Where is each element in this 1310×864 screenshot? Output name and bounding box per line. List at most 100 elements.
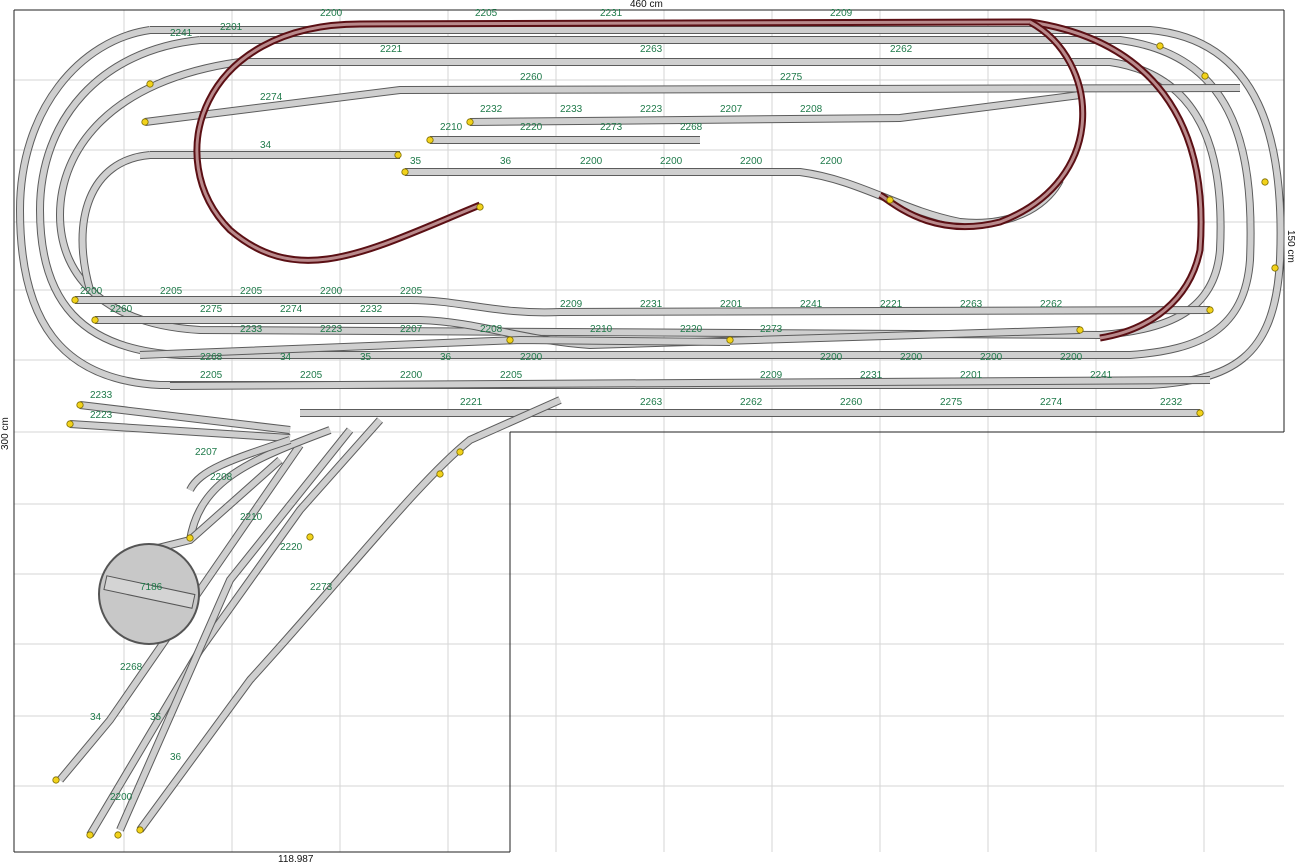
piece-label: 2268 [120,662,143,673]
piece-label: 2200 [740,156,763,167]
track-segment-inner [405,169,1063,226]
track-segment-inner [137,397,562,832]
piece-label: 2260 [520,72,543,83]
piece-label: 2273 [760,324,783,335]
turntable-label: 7186 [140,582,163,593]
piece-label: 2274 [260,92,283,103]
connector-marker [146,80,154,88]
connector-marker [91,316,99,324]
piece-label: 35 [360,352,372,363]
connector-marker [466,118,474,126]
piece-label: 2201 [960,370,983,381]
piece-label: 2200 [820,352,843,363]
piece-label: 2200 [660,156,683,167]
connector-marker [401,168,409,176]
piece-label: 2263 [640,397,663,408]
piece-label: 2221 [380,44,403,55]
piece-label: 2207 [195,447,218,458]
piece-label: 2208 [800,104,823,115]
piece-label: 2200 [900,352,923,363]
piece-label: 2205 [300,370,323,381]
piece-label: 2205 [500,370,523,381]
piece-label: 2262 [890,44,913,55]
connector-marker [186,534,194,542]
piece-label: 2209 [760,370,783,381]
piece-label: 2220 [520,122,543,133]
piece-label: 2275 [780,72,803,83]
connector-marker [66,420,74,428]
connector-marker [436,470,444,478]
piece-label: 2200 [520,352,543,363]
piece-label: 2232 [360,304,383,315]
connector-marker [1156,42,1164,50]
piece-label: 2268 [200,352,223,363]
piece-label: 2210 [240,512,263,523]
piece-label: 2223 [640,104,663,115]
piece-label: 36 [170,752,182,763]
dimension-width-label: 460 cm [630,0,663,10]
piece-label: 2200 [320,286,343,297]
track-segment[interactable] [405,168,1064,227]
piece-label: 2220 [280,542,303,553]
piece-label: 2274 [280,304,303,315]
piece-label: 2201 [220,22,243,33]
connector-marker [1196,409,1204,417]
dimension-bottom-label: 118.987 [278,854,314,864]
connector-marker [506,336,514,344]
piece-label: 2233 [90,390,113,401]
track-plan-canvas[interactable]: 7186 2200 2205 2209 2231 2201 2241 2221 2263 226… [0,0,1310,864]
piece-label: 2210 [590,324,613,335]
piece-label: 2241 [170,28,193,39]
piece-label: 2208 [210,472,233,483]
piece-label: 2205 [400,286,423,297]
piece-label: 2275 [200,304,223,315]
piece-label: 2205 [160,286,183,297]
piece-label: 2231 [860,370,883,381]
piece-label: 2221 [880,299,903,310]
red-mainline[interactable] [193,18,1205,342]
piece-label: 2210 [440,122,463,133]
dimension-height-label: 300 cm [0,417,11,450]
connector-marker [394,151,402,159]
piece-label: 2223 [90,410,113,421]
piece-label: 2241 [1090,370,1113,381]
connector-marker [76,401,84,409]
piece-label: 2273 [310,582,333,593]
piece-label: 2201 [720,299,743,310]
piece-label: 2205 [200,370,223,381]
piece-label: 2207 [720,104,743,115]
piece-label: 2273 [600,122,623,133]
piece-label: 34 [280,352,292,363]
piece-label: 2263 [640,44,663,55]
piece-label: 35 [410,156,422,167]
turntable[interactable]: 7186 [98,543,200,645]
connector-marker [1201,72,1209,80]
connector-marker [71,296,79,304]
piece-label: 34 [90,712,102,723]
connector-marker [1076,326,1084,334]
piece-label: 2262 [740,397,763,408]
piece-label: 2209 [560,299,583,310]
connector-marker [136,826,144,834]
piece-label: 2221 [460,397,483,408]
piece-label: 2200 [580,156,603,167]
track-segment[interactable] [136,396,562,833]
piece-label: 2209 [830,8,853,19]
connector-marker [426,136,434,144]
dimension-right-label: 150 cm [1285,230,1296,263]
piece-label: 2223 [320,324,343,335]
piece-label: 35 [150,712,162,723]
piece-label: 2220 [680,324,703,335]
piece-label: 2200 [1060,352,1083,363]
piece-label: 2274 [1040,397,1063,408]
connector-marker [456,448,464,456]
piece-label: 36 [440,352,452,363]
piece-label: 2260 [840,397,863,408]
piece-label: 2275 [940,397,963,408]
piece-label: 2260 [110,304,133,315]
piece-label: 2231 [640,299,663,310]
piece-label: 2200 [820,156,843,167]
piece-label: 34 [260,140,272,151]
piece-label: 2200 [110,792,133,803]
connector-marker [114,831,122,839]
